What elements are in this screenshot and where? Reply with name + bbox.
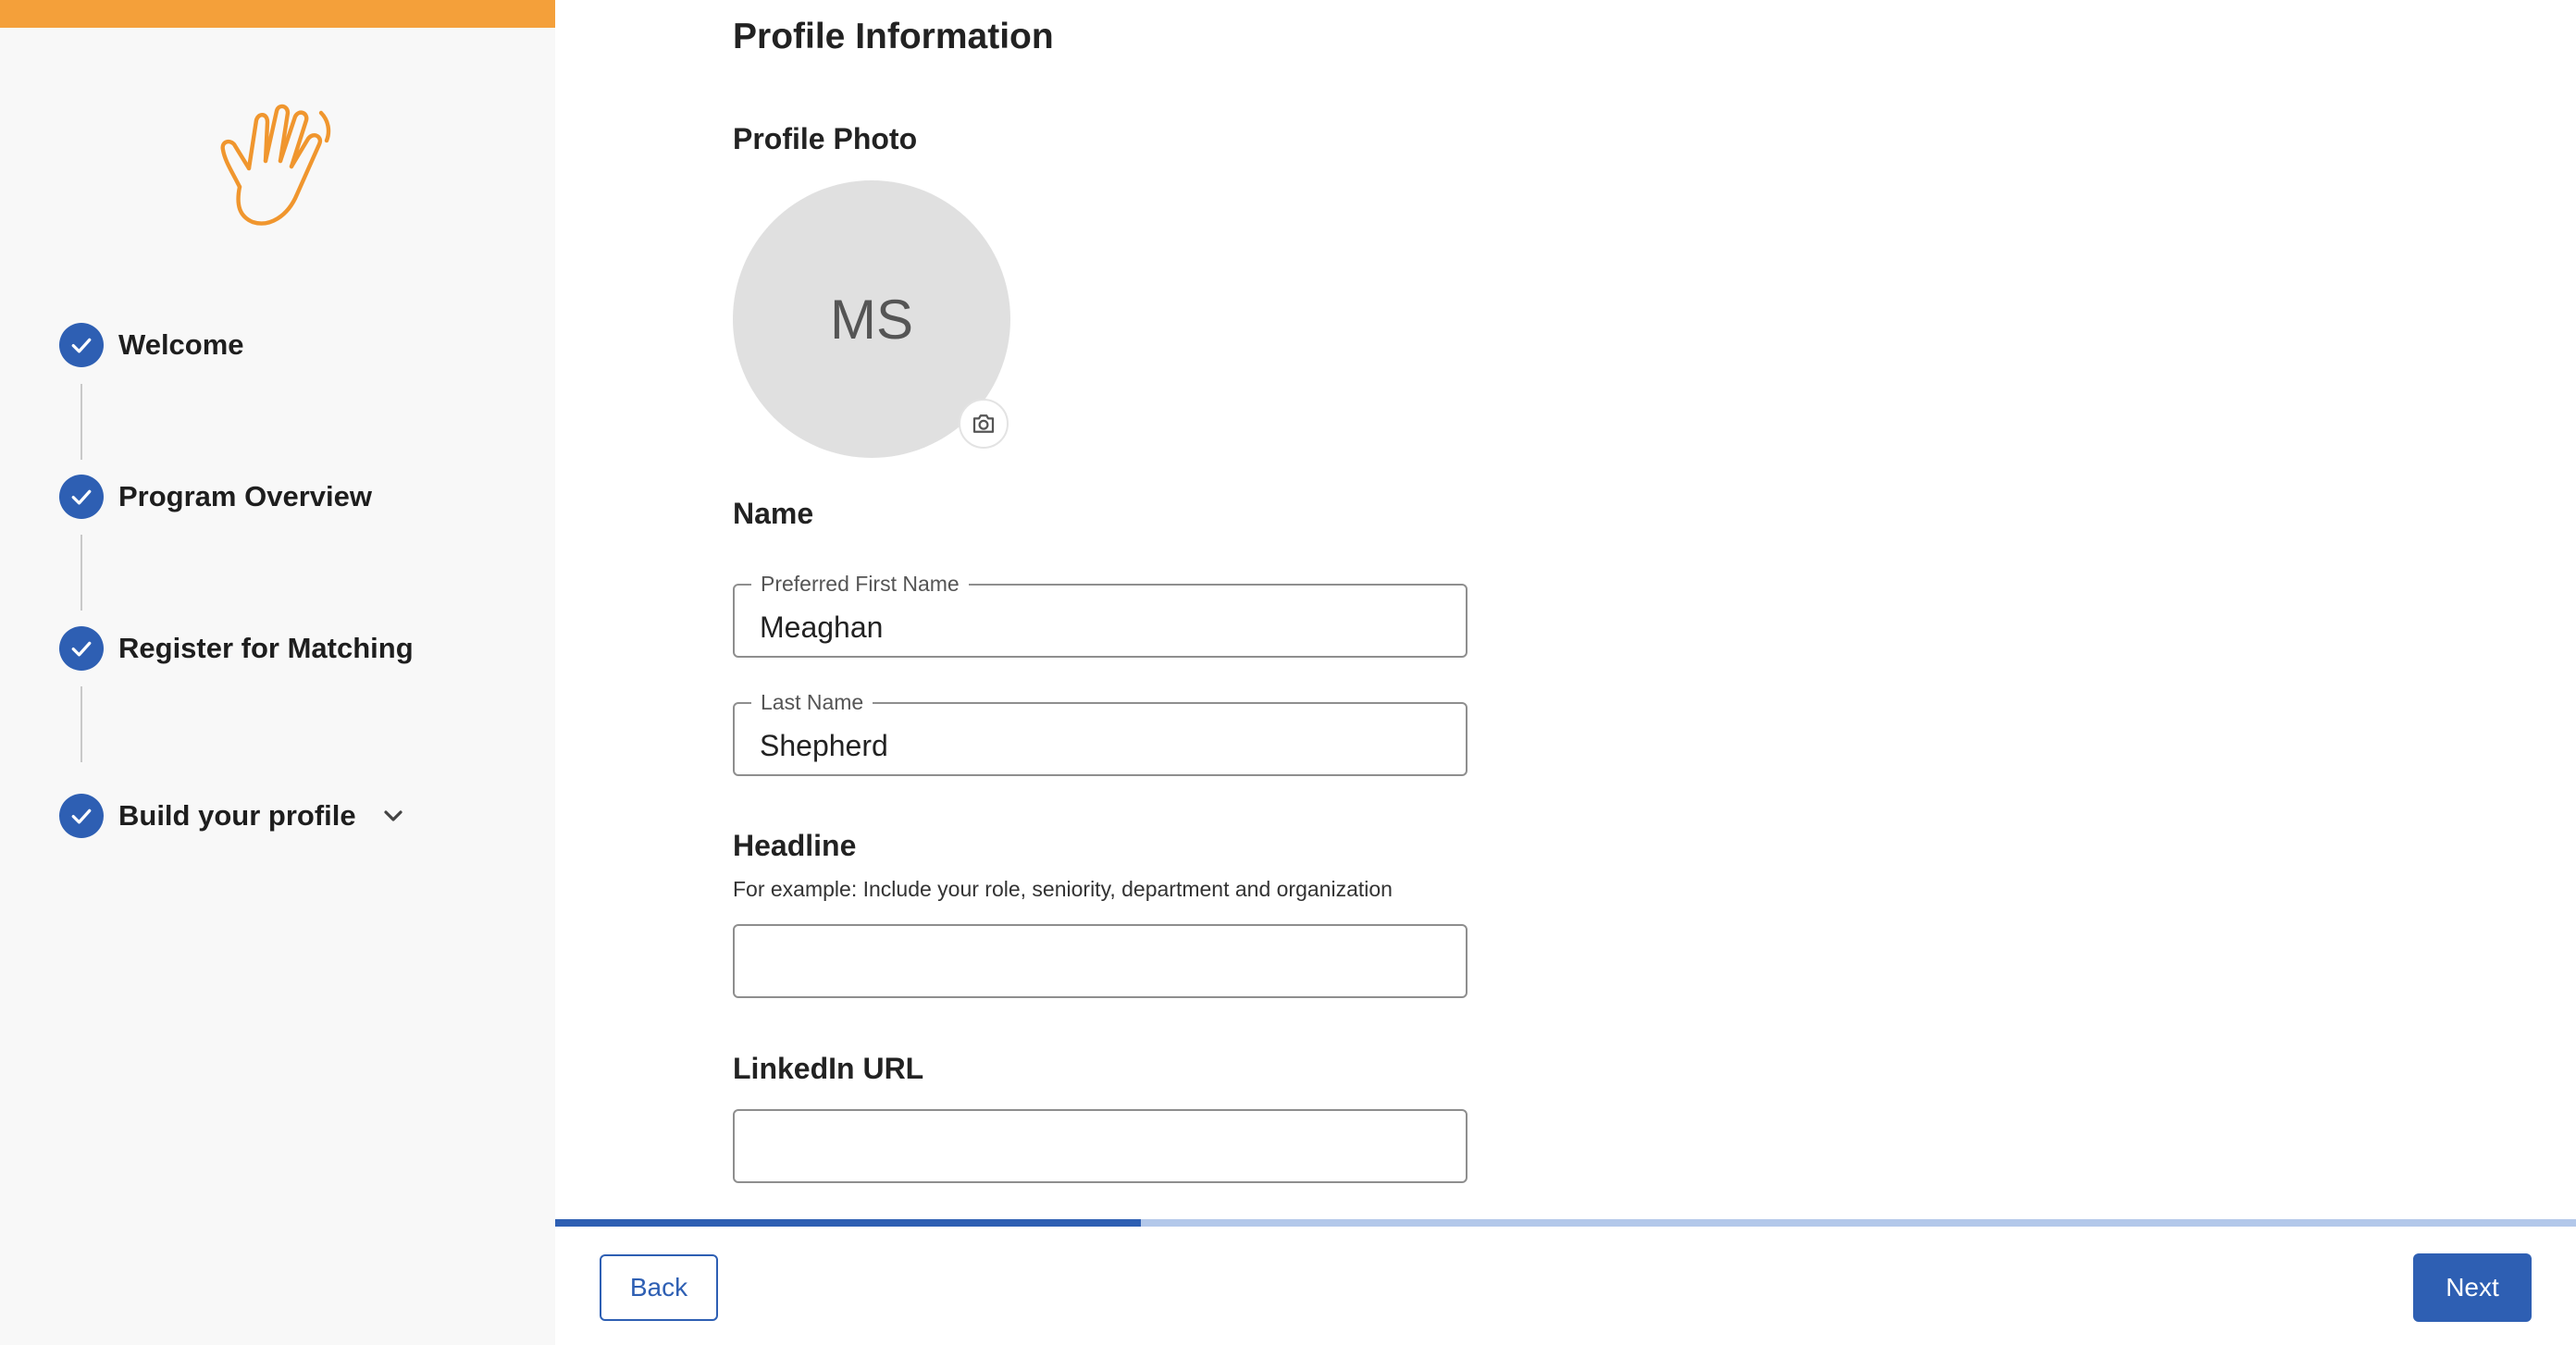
first-name-field: Preferred First Name (733, 572, 1468, 658)
chevron-down-icon[interactable] (378, 801, 408, 831)
linkedin-field (733, 1109, 1468, 1183)
page-title: Profile Information (733, 17, 1054, 56)
check-icon (59, 794, 104, 838)
progress-bar-fill (555, 1219, 1142, 1227)
step-label: Register for Matching (118, 632, 414, 664)
linkedin-url-input[interactable] (735, 1111, 1466, 1181)
next-button[interactable]: Next (2413, 1253, 2532, 1322)
progress-bar (555, 1219, 2576, 1227)
waving-hand-icon (220, 104, 331, 226)
step-register-for-matching[interactable]: Register for Matching (59, 626, 414, 671)
headline-field (733, 924, 1468, 998)
last-name-input[interactable] (735, 704, 1466, 774)
name-section-title: Name (733, 497, 814, 530)
step-label: Program Overview (118, 480, 372, 512)
check-icon (59, 475, 104, 519)
check-icon (59, 626, 104, 671)
brand-top-bar (0, 0, 555, 28)
headline-section-title: Headline (733, 829, 857, 862)
headline-input[interactable] (735, 926, 1466, 996)
check-icon (59, 323, 104, 367)
first-name-input[interactable] (735, 586, 1466, 656)
last-name-field: Last Name (733, 690, 1468, 776)
camera-icon (972, 414, 995, 433)
step-connector (80, 384, 82, 460)
step-connector (80, 686, 82, 762)
main-content: Profile Information Profile Photo MS Nam… (555, 0, 2576, 1345)
back-button[interactable]: Back (600, 1254, 718, 1321)
sidebar: Welcome Program Overview Register for Ma… (0, 0, 555, 1345)
avatar-initials: MS (830, 288, 913, 351)
step-label: Build your profile (118, 799, 356, 832)
step-build-your-profile[interactable]: Build your profile (59, 794, 408, 838)
headline-helper-text: For example: Include your role, seniorit… (733, 877, 1393, 901)
step-label: Welcome (118, 328, 244, 361)
step-welcome[interactable]: Welcome (59, 323, 244, 367)
profile-photo-title: Profile Photo (733, 122, 918, 155)
step-program-overview[interactable]: Program Overview (59, 475, 372, 519)
step-connector (80, 535, 82, 611)
linkedin-section-title: LinkedIn URL (733, 1052, 924, 1085)
upload-photo-button[interactable] (959, 399, 1009, 449)
